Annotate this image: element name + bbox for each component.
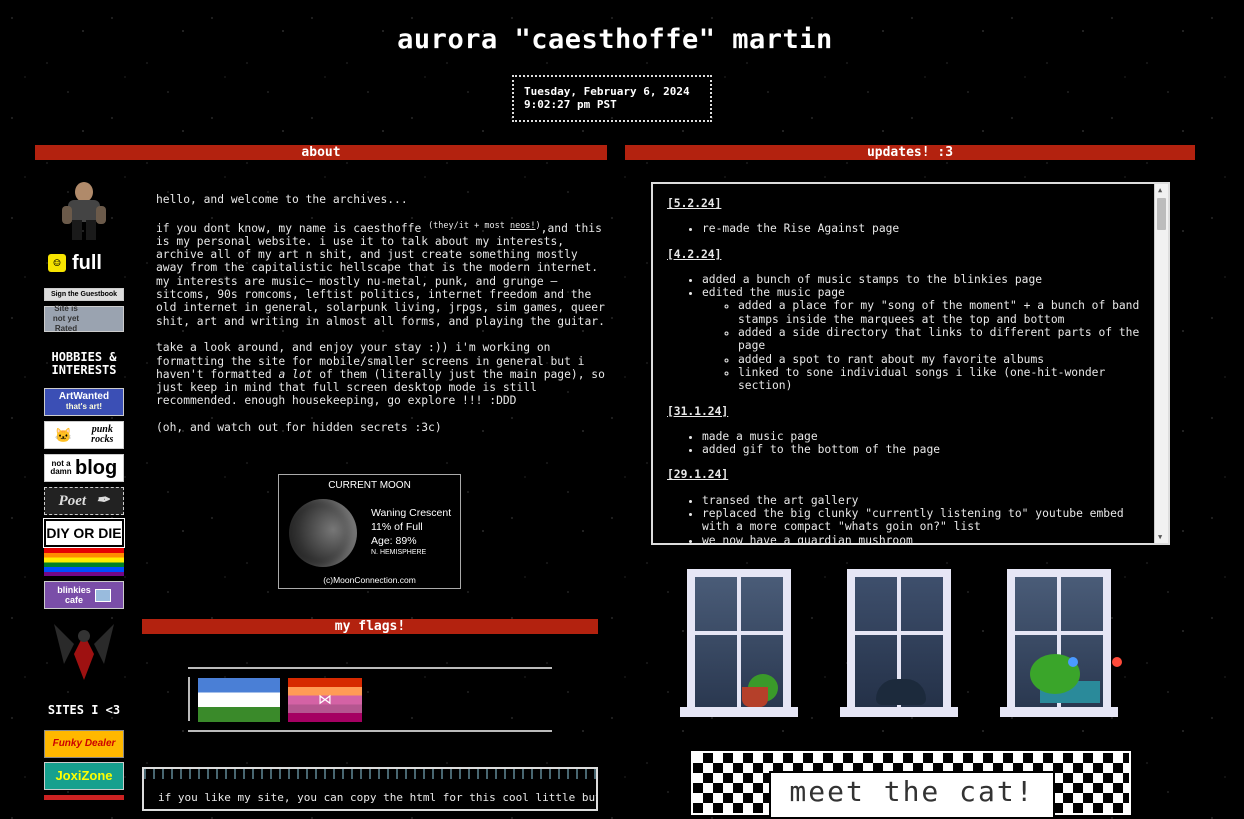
pride-flag-stamp[interactable] — [44, 548, 124, 576]
not-a-damn-blog-stamp[interactable]: not a damn blog — [44, 454, 124, 482]
update-subitem: added a side directory that links to dif… — [738, 326, 1147, 353]
flag-1 — [198, 678, 280, 722]
update-items: transed the art galleryreplaced the big … — [667, 494, 1147, 543]
joxizone-link[interactable]: JoxiZone — [44, 762, 124, 790]
update-items: added a bunch of music stamps to the bli… — [667, 273, 1147, 393]
update-items: re-made the Rise Against page — [667, 222, 1147, 235]
moon-credit[interactable]: (c)MoonConnection.com — [279, 575, 460, 585]
about-secrets-note: (oh, and watch out for hidden secrets :3… — [156, 421, 442, 435]
sites-heading: SITES I <3 — [47, 703, 121, 717]
neos-link[interactable]: neos! — [510, 221, 536, 231]
poet-stamp[interactable]: Poet ✒ — [44, 487, 124, 515]
rainy-window-cat-image — [840, 569, 958, 721]
scroll-thumb[interactable] — [1157, 198, 1166, 230]
update-date: [5.2.24] — [667, 197, 722, 210]
guestbook-link[interactable]: Sign the Guestbook — [44, 288, 124, 301]
site-button-partial[interactable] — [44, 795, 124, 800]
moon-phase: Waning Crescent — [371, 507, 452, 519]
flags-bottom-rule — [188, 730, 552, 732]
moon-title: CURRENT MOON — [328, 480, 411, 491]
update-item: transed the art gallery — [702, 494, 1147, 507]
copy-button-code-box[interactable]: if you like my site, you can copy the ht… — [142, 767, 598, 811]
status-label: full — [72, 251, 102, 274]
about-greeting: hello, and welcome to the archives... — [156, 193, 408, 206]
moon-hemisphere: N. HEMISPHERE — [371, 549, 427, 556]
update-item: edited the music pageadded a place for m… — [702, 286, 1147, 392]
flags-left-rule — [188, 677, 190, 721]
update-item: added gif to the bottom of the page — [702, 443, 1147, 456]
current-date: Tuesday, February 6, 2024 — [524, 85, 690, 98]
matrix-strip-icon — [144, 769, 596, 779]
status-full-badge: ☺ full — [48, 252, 124, 274]
meet-the-cat-banner[interactable]: meet the cat! — [691, 751, 1131, 819]
about-text: hello, and welcome to the archives... if… — [156, 193, 611, 448]
update-items: made a music pageadded gif to the bottom… — [667, 430, 1147, 457]
update-subitem: added a spot to rant about my favorite a… — [738, 353, 1147, 366]
about-formatting-note: take a look around, and enjoy your stay … — [156, 341, 605, 408]
meet-the-cat-label: meet the cat! — [789, 775, 1035, 808]
flags-top-rule — [188, 667, 552, 669]
character-sprite — [44, 180, 124, 242]
code-box-text: if you like my site, you can copy the ht… — [158, 791, 598, 804]
updates-list: [5.2.24] re-made the Rise Against page [4.… — [667, 197, 1147, 543]
about-banner: about — [35, 145, 607, 160]
punk-rocks-stamp[interactable]: 🐱 punk rocks — [44, 421, 124, 449]
rating-badge: Site is not yet Rated — [44, 304, 124, 333]
moon-icon — [289, 499, 357, 567]
moon-age: Age: 89% — [371, 535, 417, 547]
update-item: we now have a guardian mushroom — [702, 534, 1147, 543]
update-subitem: added a place for my "song of the moment… — [738, 299, 1147, 326]
hobbies-heading: HOBBIES & INTERESTS — [51, 350, 117, 377]
kitty-icon: 🐱 — [54, 427, 73, 443]
artwanted-stamp[interactable]: ArtWanted that's art! — [44, 388, 124, 416]
update-subitems: added a place for my "song of the moment… — [702, 299, 1147, 392]
update-subitem: linked to sone individual songs i like (… — [738, 366, 1147, 393]
flag-2: ⋈ — [288, 678, 362, 722]
computer-icon — [94, 588, 111, 602]
moon-phase-widget[interactable]: CURRENT MOON Waning Crescent 11% of Full… — [278, 474, 461, 589]
flags-banner: my flags! — [142, 619, 598, 634]
funky-dealer-link[interactable]: Funky Dealer — [44, 730, 124, 758]
update-date: [4.2.24] — [667, 247, 722, 261]
smiley-icon: ☺ — [48, 254, 66, 272]
scroll-up-icon[interactable]: ▲ — [1158, 186, 1162, 194]
updates-scroll-panel[interactable]: [5.2.24] re-made the Rise Against page [4.… — [651, 182, 1170, 545]
demon-creature-image — [44, 614, 124, 684]
update-item: re-made the Rise Against page — [702, 222, 1147, 235]
scroll-down-icon[interactable]: ▼ — [1158, 533, 1162, 541]
blinkies-cafe-stamp[interactable]: blinkies cafe — [44, 581, 124, 609]
about-intro: if you dont know, my name is caesthoffe … — [156, 220, 605, 328]
moon-percent: 11% of Full — [371, 521, 423, 533]
rainy-window-plant-image — [680, 569, 798, 721]
update-date: [31.1.24] — [667, 404, 729, 418]
current-time: 9:02:27 pm PST — [524, 98, 617, 111]
site-title: aurora "caesthoffe" martin — [397, 24, 833, 55]
quill-icon: ✒ — [96, 492, 110, 509]
update-item: added a bunch of music stamps to the bli… — [702, 273, 1147, 286]
update-date: [29.1.24] — [667, 468, 729, 482]
updates-banner: updates! :3 — [625, 145, 1195, 160]
datetime-widget: Tuesday, February 6, 2024 9:02:27 pm PST — [512, 75, 712, 122]
rainy-window-flowers-image — [1000, 569, 1122, 721]
updates-scrollbar[interactable]: ▲ ▼ — [1154, 184, 1168, 543]
diy-or-die-stamp[interactable]: DIY OR DIE — [43, 518, 125, 548]
butterfly-icon: ⋈ — [318, 692, 332, 708]
update-item: replaced the big clunky "currently liste… — [702, 507, 1147, 534]
update-item: made a music page — [702, 430, 1147, 443]
